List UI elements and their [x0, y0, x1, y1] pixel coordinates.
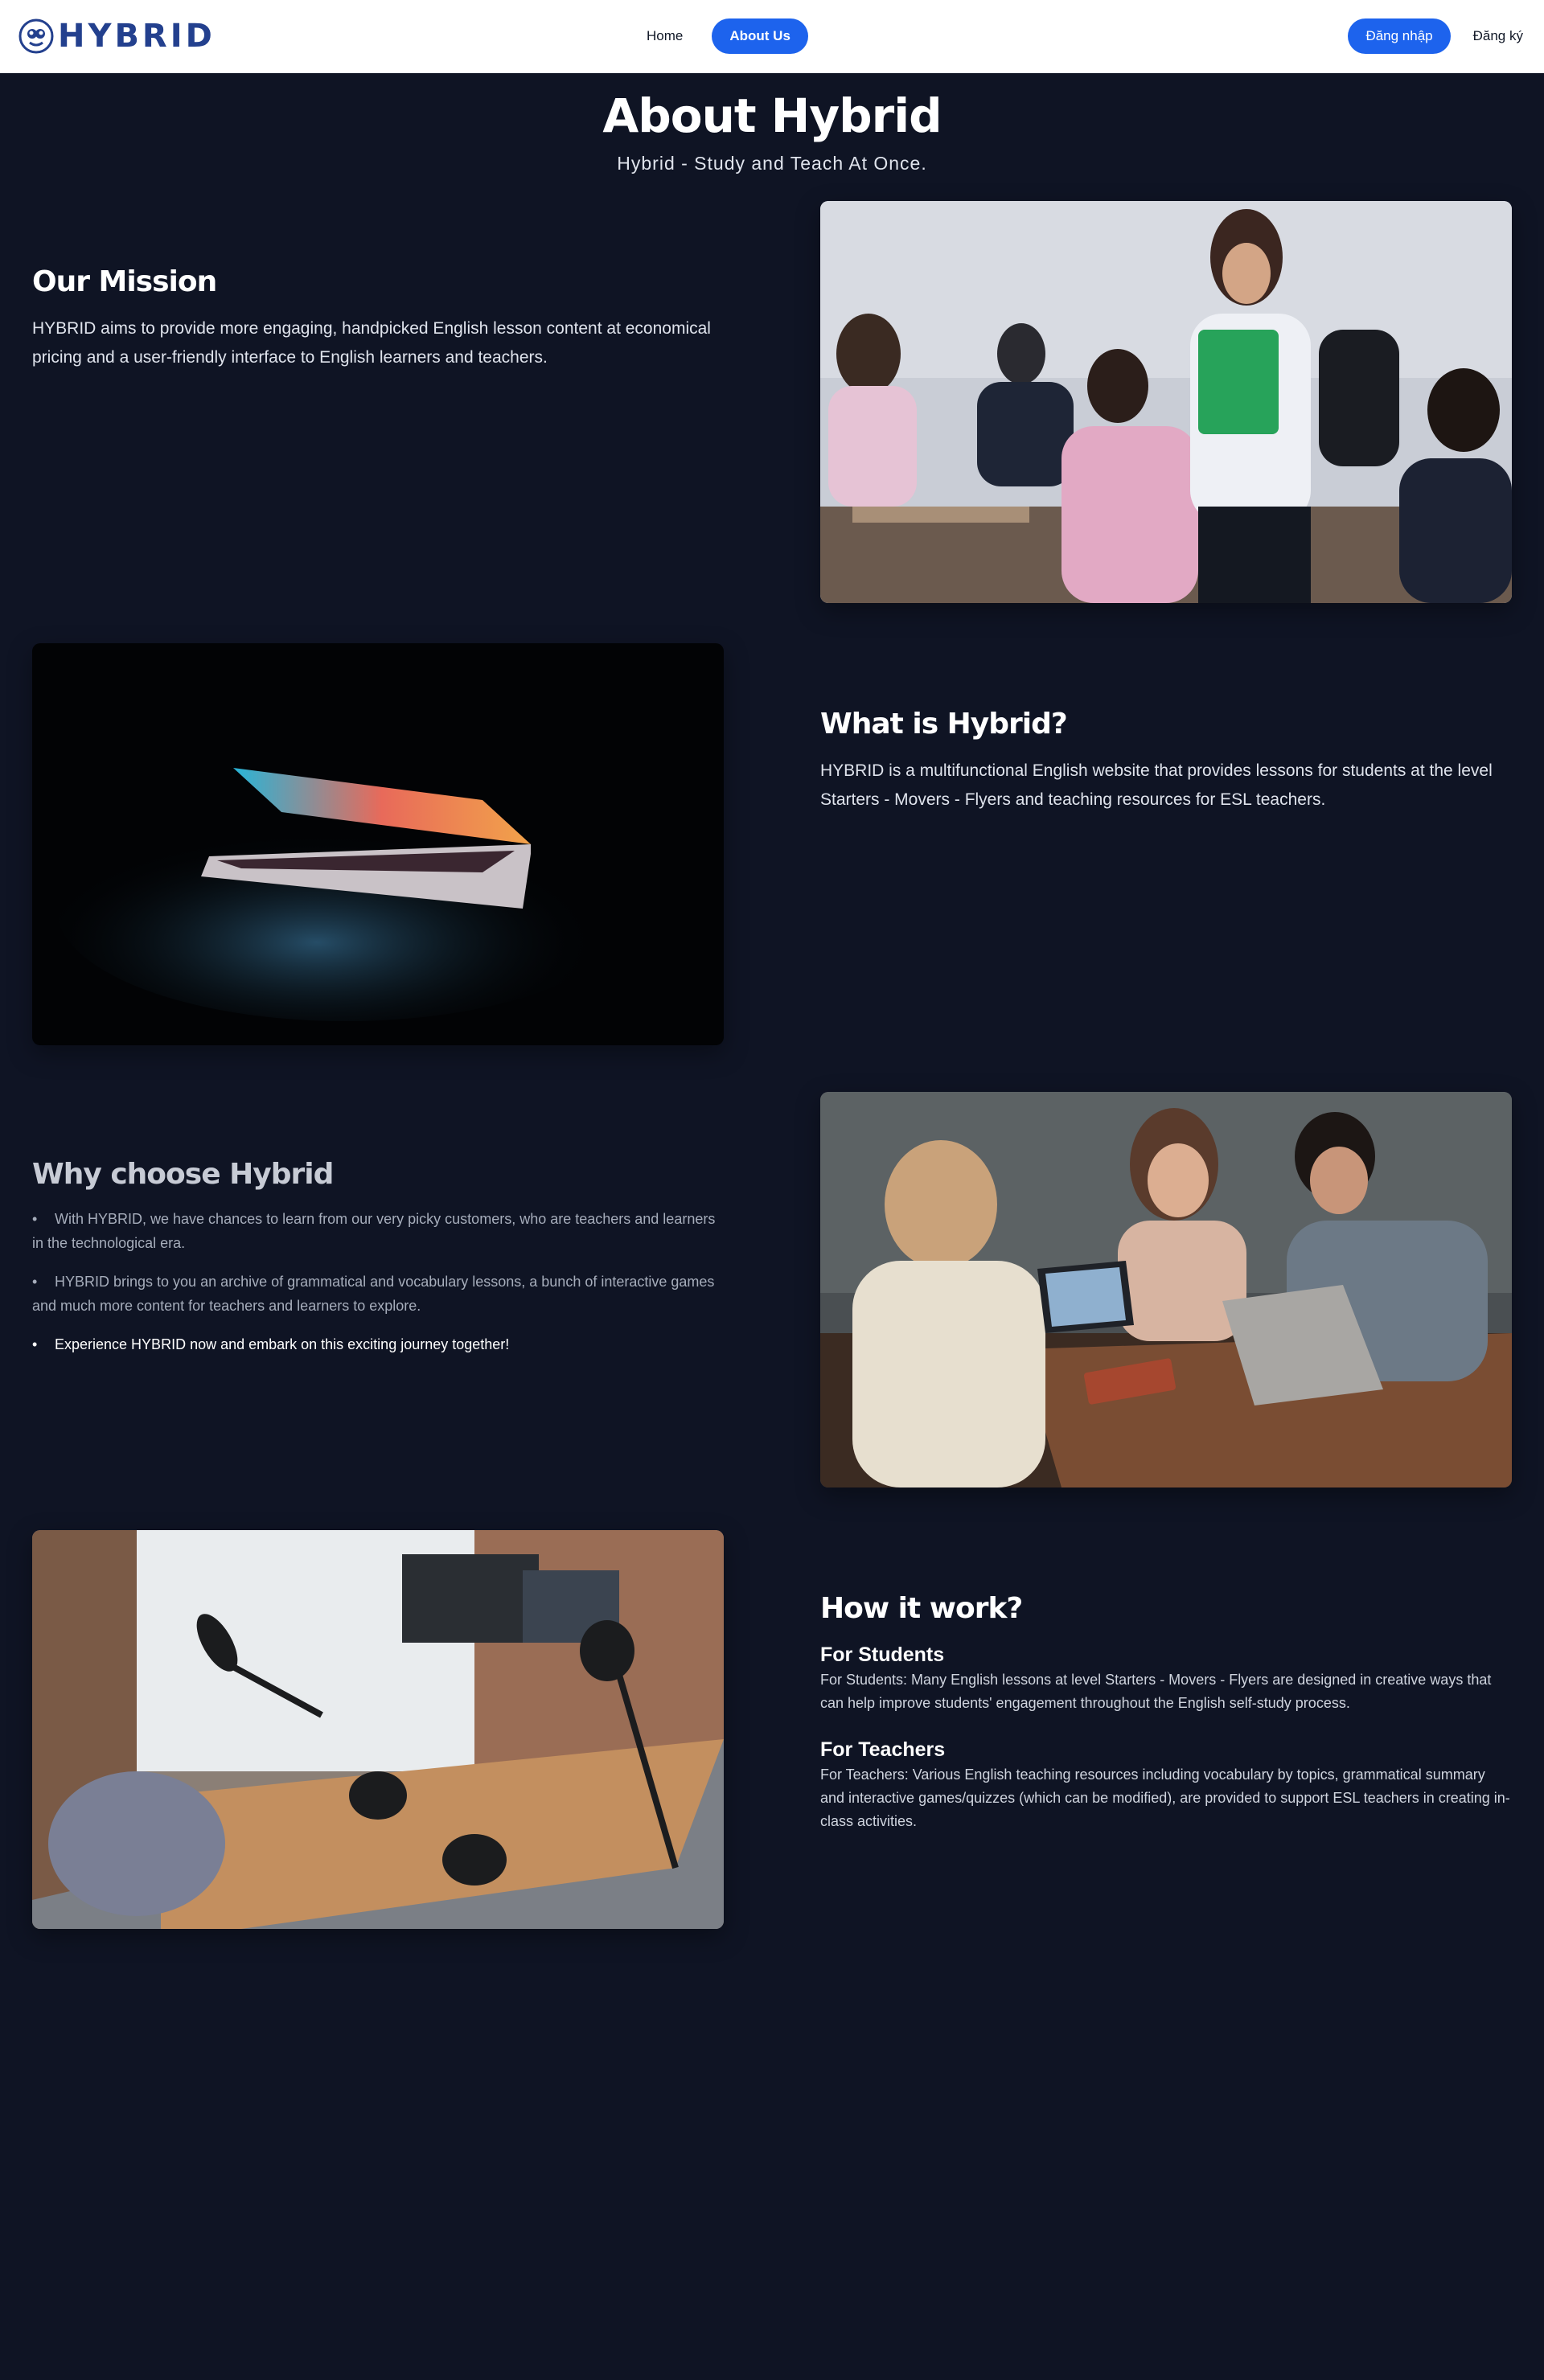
mission-text: HYBRID aims to provide more engaging, ha… [32, 319, 711, 367]
hero-section: About Hybrid Hybrid - Study and Teach At… [0, 84, 1544, 175]
nav-home-link[interactable]: Home [635, 18, 694, 54]
why-title: Why choose Hybrid [32, 1158, 334, 1191]
how-title: How it work? [820, 1592, 1023, 1625]
cafe-group-photo [820, 1092, 1512, 1488]
logo-text: HYBRID [58, 18, 216, 55]
nav-about-link[interactable]: About Us [712, 18, 808, 54]
logo[interactable]: HYBRID [18, 16, 216, 56]
how-section: How it work? For Students For Students: … [820, 1592, 1512, 1854]
why-section: Why choose Hybrid With HYBRID, we have c… [32, 1158, 724, 1371]
why-list: With HYBRID, we have chances to learn fr… [32, 1207, 724, 1356]
teachers-title: For Teachers [820, 1738, 946, 1761]
classroom-photo [820, 201, 1512, 603]
mission-section: Our Mission HYBRID aims to provide more … [32, 265, 724, 372]
login-button[interactable]: Đăng nhập [1348, 18, 1451, 54]
students-title: For Students [820, 1643, 945, 1666]
what-text: HYBRID is a multifunctional English webs… [820, 761, 1493, 809]
register-link[interactable]: Đăng ký [1470, 18, 1526, 54]
mission-title: Our Mission [32, 265, 217, 298]
page-title: About Hybrid [602, 88, 942, 143]
podcast-studio-photo [32, 1530, 724, 1929]
what-title: What is Hybrid? [820, 708, 1068, 741]
laptop-photo [32, 643, 724, 1045]
page-subtitle: Hybrid - Study and Teach At Once. [617, 153, 927, 174]
why-list-item: With HYBRID, we have chances to learn fr… [32, 1207, 724, 1255]
why-list-item: Experience HYBRID now and embark on this… [32, 1332, 724, 1356]
teachers-text: For Teachers: Various English teaching r… [820, 1767, 1510, 1829]
auth-actions: Đăng nhập Đăng ký [1348, 18, 1526, 54]
top-navbar: HYBRID Home About Us Đăng nhập Đăng ký [0, 0, 1544, 72]
logo-icon [18, 18, 54, 54]
main-nav: Home About Us [635, 18, 808, 54]
why-list-item: HYBRID brings to you an archive of gramm… [32, 1270, 724, 1318]
students-text: For Students: Many English lessons at le… [820, 1672, 1492, 1711]
what-section: What is Hybrid? HYBRID is a multifunctio… [820, 708, 1512, 815]
